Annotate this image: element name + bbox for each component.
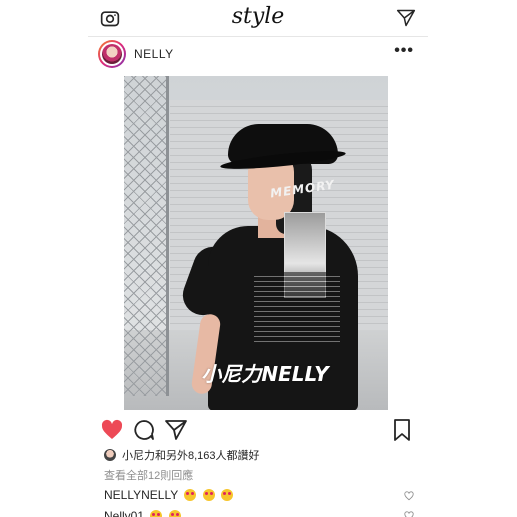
grin-emoji-icon <box>150 510 163 517</box>
liker-avatar <box>104 449 116 461</box>
like-heart-icon[interactable] <box>100 418 124 442</box>
more-options-icon[interactable]: ••• <box>394 42 414 60</box>
bookmark-icon[interactable] <box>390 418 414 442</box>
comment-row: Nelly01 <box>104 509 414 517</box>
comment-like-icon[interactable] <box>404 491 414 501</box>
avatar[interactable] <box>98 40 126 68</box>
comment-username[interactable]: Nelly01 <box>104 509 144 517</box>
view-all-comments-link[interactable]: 查看全部12則回應 <box>104 467 193 483</box>
heart-eyes-emoji-icon <box>202 489 215 501</box>
comment-icon[interactable] <box>132 418 156 442</box>
post-username[interactable]: NELLY <box>134 47 174 61</box>
post-image[interactable]: MEMORY 小尼力NELLY <box>124 76 388 410</box>
direct-message-icon[interactable] <box>396 8 416 28</box>
top-bar: style <box>88 0 428 37</box>
likes-text: 小尼力和另外8,163人都讚好 <box>122 450 260 462</box>
post-action-bar <box>88 416 428 444</box>
heart-eyes-emoji-icon <box>184 489 197 501</box>
comment-username[interactable]: NELLYNELLY <box>104 488 178 502</box>
heart-eyes-emoji-icon <box>221 489 234 501</box>
grin-emoji-icon <box>168 510 181 517</box>
likes-line[interactable]: 小尼力和另外8,163人都讚好 <box>104 447 260 463</box>
share-icon[interactable] <box>164 418 188 442</box>
post-header: NELLY ••• <box>88 36 428 72</box>
instagram-post-screen: style NELLY ••• MEMORY 小尼力NELLY 小尼力和另外8,… <box>88 0 428 517</box>
comment-like-icon[interactable] <box>404 511 414 517</box>
comment-row: NELLYNELLY <box>104 488 414 502</box>
app-logo: style <box>231 4 285 29</box>
image-watermark: 小尼力NELLY <box>201 362 329 386</box>
